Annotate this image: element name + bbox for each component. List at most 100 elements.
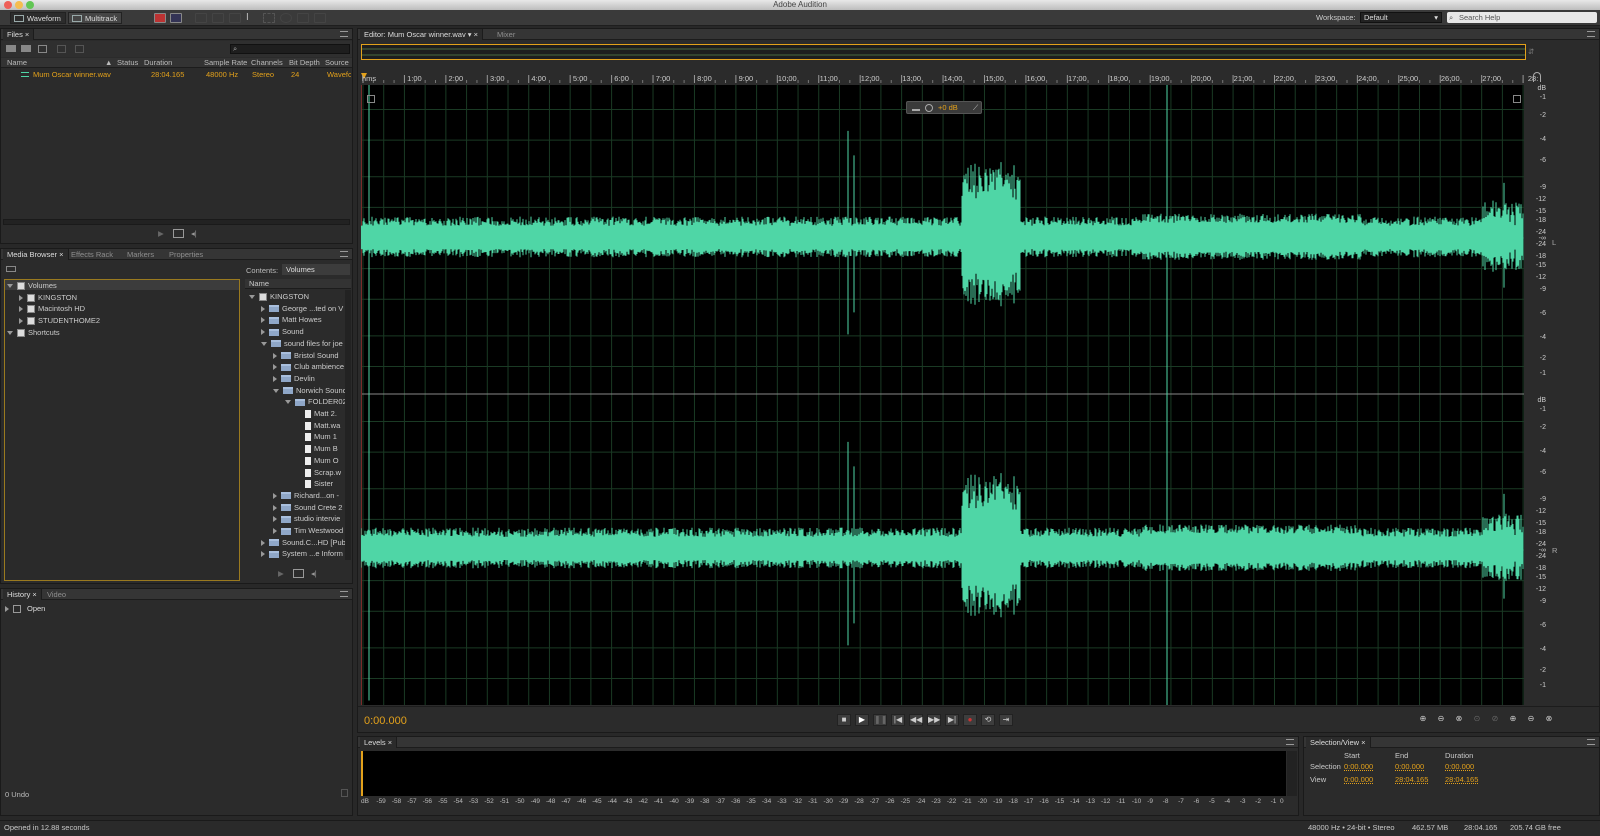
panel-menu-icon[interactable] xyxy=(1587,739,1595,745)
play-icon[interactable]: ▶ xyxy=(158,229,164,238)
fade-out-handle-icon[interactable] xyxy=(1513,95,1521,103)
tree-item[interactable]: Matt Howes xyxy=(261,314,322,325)
previous-button[interactable]: |◀ xyxy=(891,714,905,726)
contents-select[interactable]: Volumes xyxy=(282,264,350,275)
files-filter-input[interactable]: ⌕ xyxy=(230,44,350,54)
loop-icon[interactable] xyxy=(173,229,184,238)
tree-item[interactable]: Matt.wa xyxy=(297,420,340,431)
skip-selection-button[interactable]: ⇥ xyxy=(999,714,1013,726)
current-time-display[interactable]: 0:00.000 xyxy=(364,715,407,727)
play-icon[interactable]: ▶ xyxy=(278,569,284,578)
tree-item[interactable]: Sound.C...HD [Pub xyxy=(261,537,346,548)
collapsed-arrow-icon[interactable] xyxy=(273,492,277,499)
monitor-icon[interactable] xyxy=(1533,72,1541,82)
tree-item[interactable]: Norwich Sound xyxy=(273,385,347,396)
zoom-reset-icon[interactable]: ⊘ xyxy=(1488,714,1502,726)
import-icon[interactable] xyxy=(21,45,31,52)
close-window-icon[interactable] xyxy=(4,1,12,9)
workspace-select[interactable]: Default ▾ xyxy=(1360,12,1442,23)
panel-menu-icon[interactable] xyxy=(1286,739,1294,745)
next-button[interactable]: ▶| xyxy=(945,714,959,726)
waveform-canvas[interactable]: +0 dB ⟋ xyxy=(361,85,1524,705)
stop-button[interactable]: ■ xyxy=(837,714,851,726)
tree-item[interactable]: System ...e Inform xyxy=(261,548,343,559)
tab-effects-rack[interactable]: Effects Rack xyxy=(67,249,117,260)
zoom-full-icon[interactable]: ⊗ xyxy=(1452,714,1466,726)
zoom-selection-icon[interactable]: ⊙ xyxy=(1470,714,1484,726)
tree-item[interactable]: Devlin xyxy=(273,373,315,384)
left-channel-label[interactable]: L xyxy=(1552,238,1556,247)
pin-icon[interactable]: ⟋ xyxy=(973,102,978,113)
pitch-display-icon[interactable] xyxy=(170,13,182,23)
tree-item[interactable]: Mum 1 xyxy=(297,431,337,442)
volume-knob-icon[interactable] xyxy=(925,104,933,112)
tree-item[interactable]: KINGSTON xyxy=(19,292,77,303)
selection-duration-value[interactable]: 0:00.000 xyxy=(1445,762,1474,771)
zoom-window-icon[interactable] xyxy=(26,1,34,9)
overview-zoom-bar[interactable] xyxy=(361,44,1526,60)
pause-button[interactable]: ❚❚ xyxy=(873,714,887,726)
expanded-arrow-icon[interactable] xyxy=(261,341,267,346)
zoom-handle-icon[interactable]: ⇵ xyxy=(1528,47,1538,57)
tab-markers[interactable]: Markers xyxy=(123,249,158,260)
tree-item[interactable]: Scrap.w xyxy=(297,467,341,478)
expanded-arrow-icon[interactable] xyxy=(249,295,255,300)
close-file-icon[interactable] xyxy=(75,45,84,53)
razor-tool-icon[interactable] xyxy=(212,13,224,23)
zoom-out-time-icon[interactable]: ⊖ xyxy=(1524,714,1538,726)
tree-item[interactable]: Mum B xyxy=(297,443,338,454)
drive-list-icon[interactable] xyxy=(6,266,16,272)
tab-media-browser[interactable]: Media Browser × xyxy=(3,249,69,260)
tree-item[interactable]: Volumes xyxy=(7,280,57,291)
time-ruler[interactable]: hms 1:00 2:00 3:00 4:00 5:00 6:00 7:00 8:00 9:00 1… xyxy=(361,73,1538,83)
tab-editor[interactable]: Editor: Mum Oscar winner.wav ▾ × xyxy=(360,29,484,40)
autoplay-icon[interactable]: ◂| xyxy=(191,229,197,238)
column-status[interactable]: Status xyxy=(117,58,138,68)
tree-item[interactable]: Richard...on - xyxy=(273,490,339,501)
collapsed-arrow-icon[interactable] xyxy=(261,305,265,312)
multitrack-mode-button[interactable]: Multitrack xyxy=(68,12,123,24)
slip-tool-icon[interactable] xyxy=(229,13,241,23)
play-button[interactable]: ▶ xyxy=(855,714,869,726)
fast-forward-button[interactable]: ▶▶ xyxy=(927,714,941,726)
tab-files[interactable]: Files × xyxy=(3,29,35,40)
time-selection-tool-icon[interactable]: I xyxy=(246,13,258,23)
tab-mixer[interactable]: Mixer xyxy=(493,29,519,40)
clip-indicators[interactable] xyxy=(1287,751,1297,796)
collapsed-arrow-icon[interactable] xyxy=(19,318,23,325)
selection-end-value[interactable]: 0:00.000 xyxy=(1395,762,1424,771)
tree-item[interactable]: Matt 2. xyxy=(297,408,337,419)
loop-icon[interactable] xyxy=(293,569,304,578)
tree-item[interactable]: STUDENTHOME2 xyxy=(19,315,100,326)
history-item[interactable]: Open xyxy=(5,604,45,614)
marquee-tool-icon[interactable] xyxy=(263,13,275,23)
new-file-icon[interactable] xyxy=(38,45,47,53)
expanded-arrow-icon[interactable] xyxy=(273,388,279,393)
column-duration[interactable]: Duration xyxy=(144,58,172,68)
tab-history[interactable]: History × xyxy=(3,589,42,600)
view-end-value[interactable]: 28:04.165 xyxy=(1395,775,1428,784)
column-bit-depth[interactable]: Bit Depth xyxy=(289,58,320,68)
tree-item[interactable]: Sound Crete 2 xyxy=(273,502,342,513)
hud-gain-value[interactable]: +0 dB xyxy=(938,102,958,113)
column-name[interactable]: Name xyxy=(7,58,27,68)
expanded-arrow-icon[interactable] xyxy=(7,330,13,335)
tree-item[interactable]: Tim Westwood xyxy=(273,525,343,536)
open-file-icon[interactable] xyxy=(6,45,16,52)
waveform-mode-button[interactable]: Waveform xyxy=(10,12,66,24)
expanded-arrow-icon[interactable] xyxy=(285,400,291,405)
tree-item[interactable]: Macintosh HD xyxy=(19,303,85,314)
search-help-input[interactable]: ⌕ Search Help xyxy=(1447,12,1597,23)
collapsed-arrow-icon[interactable] xyxy=(19,294,23,301)
column-source[interactable]: Source xyxy=(325,58,349,68)
brush-tool-icon[interactable] xyxy=(297,13,309,23)
collapsed-arrow-icon[interactable] xyxy=(273,528,277,535)
insert-icon[interactable] xyxy=(57,45,66,53)
right-channel-label[interactable]: R xyxy=(1552,546,1557,555)
tree-item[interactable]: Mum O xyxy=(297,455,339,466)
rewind-button[interactable]: ◀◀ xyxy=(909,714,923,726)
tab-levels[interactable]: Levels × xyxy=(360,737,398,748)
tab-properties[interactable]: Properties xyxy=(165,249,207,260)
panel-menu-icon[interactable] xyxy=(340,591,348,597)
move-tool-icon[interactable] xyxy=(195,13,207,23)
